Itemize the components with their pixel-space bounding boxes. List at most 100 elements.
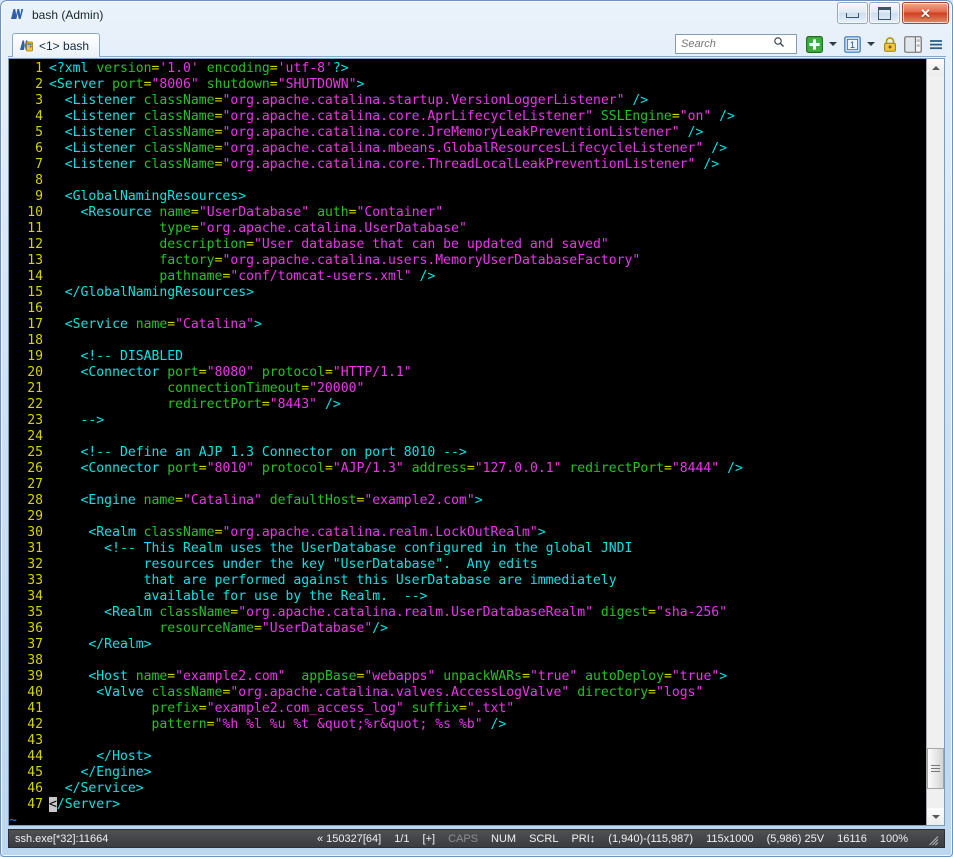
code-token: protocol [261,365,325,380]
code-token: className [143,157,215,172]
code-token: = [198,365,207,380]
lock-button[interactable] [880,34,900,54]
code-token: "org.apache.catalina.UserDatabase" [198,221,467,236]
line-number: 31 [27,541,43,556]
code-token: "Catalina" [183,493,262,508]
tab-bash[interactable]: <1> bash [12,33,101,57]
hamburger-menu-button[interactable] [926,34,946,54]
code-token: "example2.com" [175,669,286,684]
maximize-button[interactable] [869,2,900,24]
code-token: port [167,365,199,380]
tilde-marker: ~ [9,813,17,825]
terminal-text[interactable]: 1 <?xml version='1.0' encoding='utf-8'?> 2… [9,59,926,825]
line-number: 18 [27,333,43,348]
code-token: "%h %l %u %t &quot;%r&quot; %s %b" [214,717,483,732]
status-size: 115x1000 [706,832,754,845]
magnifier-icon[interactable] [773,35,785,53]
code-token: encoding [206,61,270,76]
code-token: "org.apache.catalina.startup.VersionLogg… [222,93,625,108]
line-number: 11 [27,221,43,236]
code-token: name [159,205,191,220]
line-number: 24 [27,429,43,444]
code-token: <Listener [49,157,144,172]
scroll-thumb[interactable] [927,748,944,789]
code-token: = [167,317,176,332]
code-token: = [261,397,270,412]
code-token: "org.apache.catalina.core.AprLifecycleLi… [222,109,593,124]
code-token: version [96,61,152,76]
minimize-button[interactable] [837,2,868,24]
scroll-up-arrow[interactable] [927,59,944,76]
status-build: « 150327[64] [316,832,382,845]
resize-grip[interactable] [925,832,939,846]
terminal-line: 36 resourceName="UserDatabase"/> [9,621,926,637]
status-expand[interactable]: [+] [423,833,436,845]
code-token: = [143,77,152,92]
terminal-line: 30 <Realm className="org.apache.catalina… [9,525,926,541]
code-token: type [159,221,191,236]
code-token: <!-- Define an AJP 1.3 Connector on port… [49,445,467,460]
terminal-line: 33 that are performed against this UserD… [9,573,926,589]
line-number: 3 [35,93,43,108]
code-token: > [356,77,365,92]
code-token: "example2.com" [364,493,475,508]
code-token: = [253,621,262,636]
line-number: 39 [27,669,43,684]
toolbar: 1 [675,34,946,54]
split-count-dropdown[interactable] [865,34,877,54]
code-token: = [175,493,184,508]
arrow-down-icon [931,814,940,819]
code-token: = [246,237,254,252]
split-panes-button[interactable] [903,34,923,54]
code-token: = [198,701,207,716]
code-token: "20000" [309,381,365,396]
code-token: "org.apache.catalina.core.JreMemoryLeakP… [222,125,680,140]
terminal-line: 27 [9,477,926,493]
line-number: 29 [27,509,43,524]
text-cursor: < [49,797,57,812]
terminal-line: 23 --> [9,413,926,429]
code-token: "UserDatabase" [198,205,310,220]
new-session-dropdown[interactable] [827,34,839,54]
code-token: "AJP/1.3" [332,461,404,476]
status-zoom: 100% [879,832,908,845]
code-token: name [143,493,176,508]
split-count-button[interactable]: 1 [842,34,862,54]
terminal-line: 19 <!-- DISABLED [9,349,926,365]
terminal-line: 29 [9,509,926,525]
code-token: auth [317,205,349,220]
code-token: = [269,77,278,92]
terminal-line: 41 prefix="example2.com_access_log" suff… [9,701,926,717]
close-button[interactable]: ✕ [902,2,949,24]
status-num: NUM [491,832,517,845]
code-token: className [143,93,215,108]
code-token: <Listener [49,141,144,156]
code-token: /> [372,621,389,636]
code-token: "org.apache.catalina.mbeans.GlobalResour… [222,141,704,156]
code-token: protocol [261,461,325,476]
vertical-scrollbar[interactable] [926,59,944,825]
line-number: 26 [27,461,43,476]
scroll-down-arrow[interactable] [927,808,944,825]
line-number: 42 [27,717,43,732]
terminal-line: 45 </Engine> [9,765,926,781]
code-token: className [159,605,231,620]
code-token: "UserDatabase" [261,621,373,636]
code-token: name [135,317,168,332]
code-token: "8006" [151,77,199,92]
search-input[interactable] [681,36,773,52]
code-token: <Listener [49,93,144,108]
code-token: "logs" [656,685,704,700]
code-token: "sha-256" [656,605,728,620]
code-token: <Engine [49,493,144,508]
search-box[interactable] [675,34,797,54]
split-count-icon: 1 [843,35,861,53]
code-token: "SHUTDOWN" [277,77,357,92]
new-session-button[interactable] [804,34,824,54]
